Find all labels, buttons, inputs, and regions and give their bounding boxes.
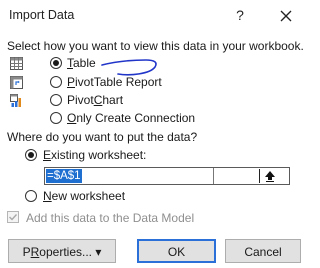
- ok-button[interactable]: OK: [137, 239, 216, 263]
- import-data-dialog: Import Data ? Select how you want to vie…: [0, 0, 309, 268]
- title-bar: Import Data ?: [0, 0, 309, 32]
- data-model-checkbox[interactable]: [7, 211, 19, 223]
- dialog-title: Import Data: [9, 8, 75, 22]
- pivottable-icon: [10, 76, 23, 89]
- cell-reference-value[interactable]: =$A$1: [46, 169, 82, 183]
- properties-button[interactable]: PRoperties... ▾: [8, 239, 116, 263]
- radio-pivottable[interactable]: [50, 76, 62, 88]
- radio-table-label[interactable]: Table: [67, 56, 96, 70]
- cell-reference-input[interactable]: =$A$1: [44, 167, 290, 185]
- help-button[interactable]: ?: [232, 5, 248, 25]
- radio-only-connection-label[interactable]: Only Create Connection: [67, 111, 195, 125]
- location-prompt-label: Where do you want to put the data?: [7, 130, 198, 144]
- view-prompt-label: Select how you want to view this data in…: [7, 39, 304, 53]
- radio-table[interactable]: [50, 57, 62, 69]
- radio-existing-worksheet-label[interactable]: Existing worksheet:: [43, 148, 146, 162]
- chevron-down-icon: ▾: [95, 245, 102, 259]
- collapse-arrow-icon: [265, 171, 275, 182]
- connection-icon: [10, 112, 23, 125]
- radio-pivotchart-label[interactable]: PivotChart: [67, 93, 123, 107]
- radio-only-connection[interactable]: [50, 112, 62, 124]
- radio-pivottable-label[interactable]: PivotTable Report: [67, 75, 162, 89]
- text-cursor: [213, 168, 214, 184]
- close-icon: [280, 10, 292, 22]
- radio-new-worksheet-label[interactable]: New worksheet: [43, 189, 125, 203]
- close-button[interactable]: [276, 6, 296, 26]
- pivotchart-icon: [10, 94, 21, 107]
- radio-existing-worksheet[interactable]: [25, 149, 37, 161]
- radio-pivotchart[interactable]: [50, 94, 62, 106]
- cancel-button[interactable]: Cancel: [225, 239, 301, 263]
- data-model-label: Add this data to the Data Model: [26, 211, 195, 225]
- checkmark-icon: [9, 214, 18, 221]
- table-icon: [10, 57, 23, 70]
- collapse-dialog-button[interactable]: [259, 169, 280, 183]
- radio-new-worksheet[interactable]: [25, 190, 37, 202]
